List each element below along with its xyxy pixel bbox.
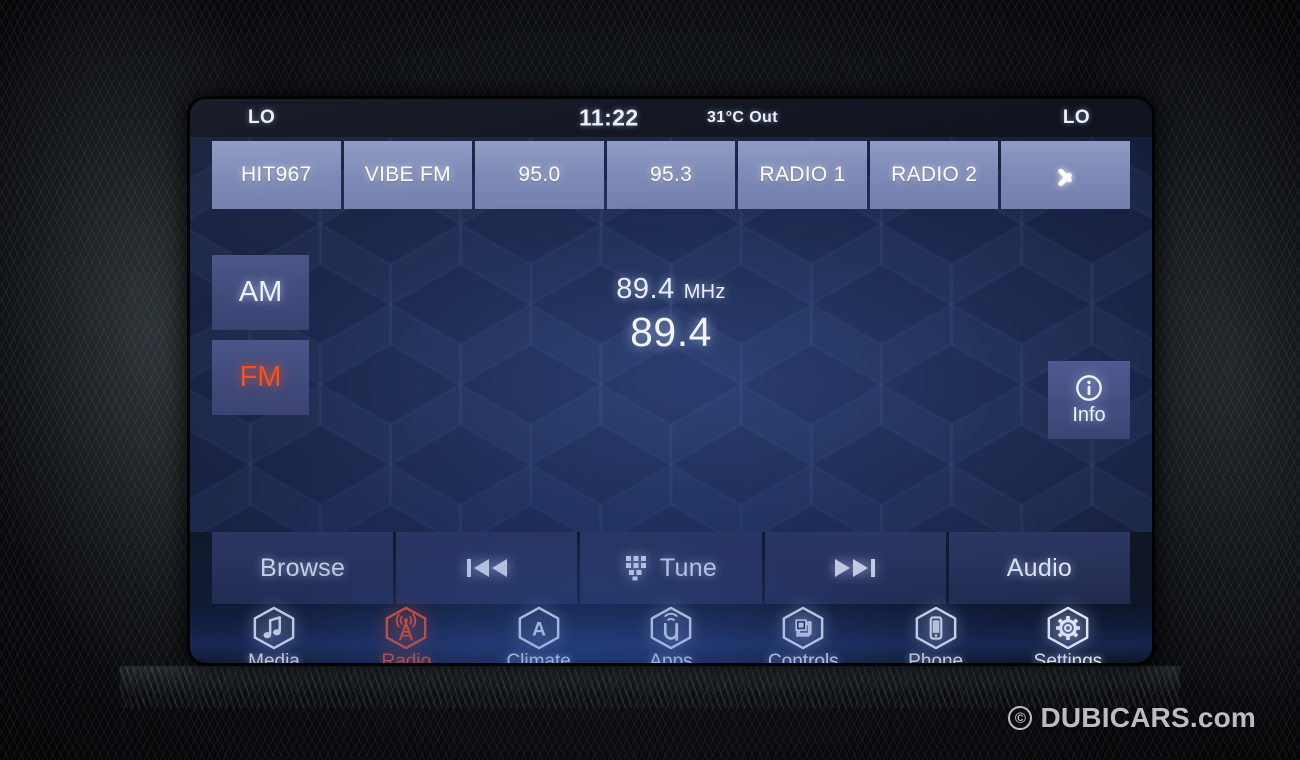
nav-item-controls[interactable]: Controls bbox=[747, 606, 859, 663]
preset-label: 95.3 bbox=[649, 163, 693, 186]
band-selector: AM FM bbox=[212, 255, 309, 425]
preset-button-5[interactable]: RADIO 1 bbox=[738, 141, 867, 209]
nav-item-apps[interactable]: Apps bbox=[615, 606, 727, 663]
info-button-label: Info bbox=[1072, 403, 1106, 426]
browse-label: Browse bbox=[260, 553, 346, 582]
infotainment-screen: LO 11:22 31°C Out LO HIT967 VIBE FM 95.0… bbox=[190, 99, 1152, 663]
preset-button-2[interactable]: VIBE FM bbox=[343, 141, 473, 209]
band-button-fm[interactable]: FM bbox=[212, 340, 309, 415]
bezel-lower-ridge bbox=[120, 666, 1180, 708]
nav-item-climate[interactable]: A Climate bbox=[483, 606, 595, 663]
copyright-icon: © bbox=[1008, 706, 1033, 730]
nav-item-phone[interactable]: Phone bbox=[880, 606, 992, 663]
nav-item-media[interactable]: Media bbox=[218, 606, 330, 663]
info-circle-icon bbox=[1075, 374, 1103, 402]
gear-hex-icon bbox=[1045, 606, 1091, 650]
climate-auto-hex-icon: A bbox=[516, 606, 562, 650]
previous-track-icon bbox=[465, 555, 509, 581]
preset-button-6[interactable]: RADIO 2 bbox=[869, 141, 999, 209]
nav-label: Controls bbox=[767, 651, 839, 663]
nav-label: Climate bbox=[506, 651, 571, 663]
preset-row: HIT967 VIBE FM 95.0 95.3 RADIO 1 RADIO 2 bbox=[212, 141, 1131, 209]
music-note-hex-icon bbox=[251, 606, 297, 650]
preset-next-page-button[interactable] bbox=[1001, 141, 1131, 209]
seek-up-button[interactable] bbox=[764, 532, 946, 604]
audio-button[interactable]: Audio bbox=[948, 532, 1131, 604]
control-bar: Browse Tune Audio bbox=[212, 532, 1131, 604]
band-label: FM bbox=[239, 361, 282, 393]
band-label: AM bbox=[238, 276, 283, 308]
radio-main-area: HIT967 VIBE FM 95.0 95.3 RADIO 1 RADIO 2… bbox=[190, 137, 1152, 532]
dashboard-bezel: LO 11:22 31°C Out LO HIT967 VIBE FM 95.0… bbox=[0, 0, 1300, 760]
climate-left-status: LO bbox=[248, 107, 276, 128]
band-button-am[interactable]: AM bbox=[212, 255, 309, 330]
outside-temperature: 31°C Out bbox=[707, 109, 778, 126]
frequency-unit: MHz bbox=[683, 281, 726, 303]
frequency-display: 89.4 MHz 89.4 bbox=[190, 275, 1152, 353]
preset-label: HIT967 bbox=[240, 163, 312, 186]
svg-text:A: A bbox=[532, 620, 546, 641]
audio-label: Audio bbox=[1006, 553, 1073, 582]
preset-label: 95.0 bbox=[518, 163, 561, 186]
frequency-with-unit: 89.4 MHz bbox=[190, 275, 1152, 304]
watermark: © DUBICARS.com bbox=[1008, 702, 1256, 734]
preset-button-4[interactable]: 95.3 bbox=[606, 141, 736, 209]
frequency-value: 89.4 bbox=[616, 273, 675, 305]
preset-label: RADIO 1 bbox=[759, 163, 846, 186]
browse-button[interactable]: Browse bbox=[212, 532, 394, 604]
bottom-navigation: Media Radio A Climate Apps Controls Phon… bbox=[190, 604, 1152, 663]
next-track-icon bbox=[833, 555, 877, 581]
tune-label: Tune bbox=[659, 553, 718, 582]
uconnect-apps-hex-icon bbox=[648, 606, 694, 650]
watermark-text: DUBICARS.com bbox=[1040, 702, 1256, 733]
nav-item-radio[interactable]: Radio bbox=[350, 606, 462, 663]
keypad-icon bbox=[625, 555, 651, 581]
nav-item-settings[interactable]: Settings bbox=[1012, 606, 1124, 663]
phone-hex-icon bbox=[913, 606, 959, 650]
seek-down-button[interactable] bbox=[396, 532, 578, 604]
nav-label: Media bbox=[248, 651, 300, 663]
nav-label: Radio bbox=[381, 651, 432, 663]
clock: 11:22 bbox=[579, 104, 639, 131]
station-display: 89.4 bbox=[630, 309, 712, 355]
preset-label: RADIO 2 bbox=[891, 163, 978, 186]
status-bar: LO 11:22 31°C Out LO bbox=[190, 99, 1152, 137]
preset-button-3[interactable]: 95.0 bbox=[475, 141, 604, 209]
chevron-right-icon bbox=[1057, 159, 1075, 191]
nav-label: Apps bbox=[649, 651, 693, 663]
preset-label: VIBE FM bbox=[364, 163, 451, 186]
radio-tower-hex-icon bbox=[383, 606, 429, 650]
layers-hex-icon bbox=[780, 606, 826, 650]
climate-right-status: LO bbox=[1062, 107, 1090, 128]
nav-label: Phone bbox=[908, 651, 964, 663]
tune-button[interactable]: Tune bbox=[580, 532, 762, 604]
nav-label: Settings bbox=[1033, 651, 1103, 663]
preset-button-1[interactable]: HIT967 bbox=[212, 141, 341, 209]
info-button[interactable]: Info bbox=[1048, 361, 1130, 439]
